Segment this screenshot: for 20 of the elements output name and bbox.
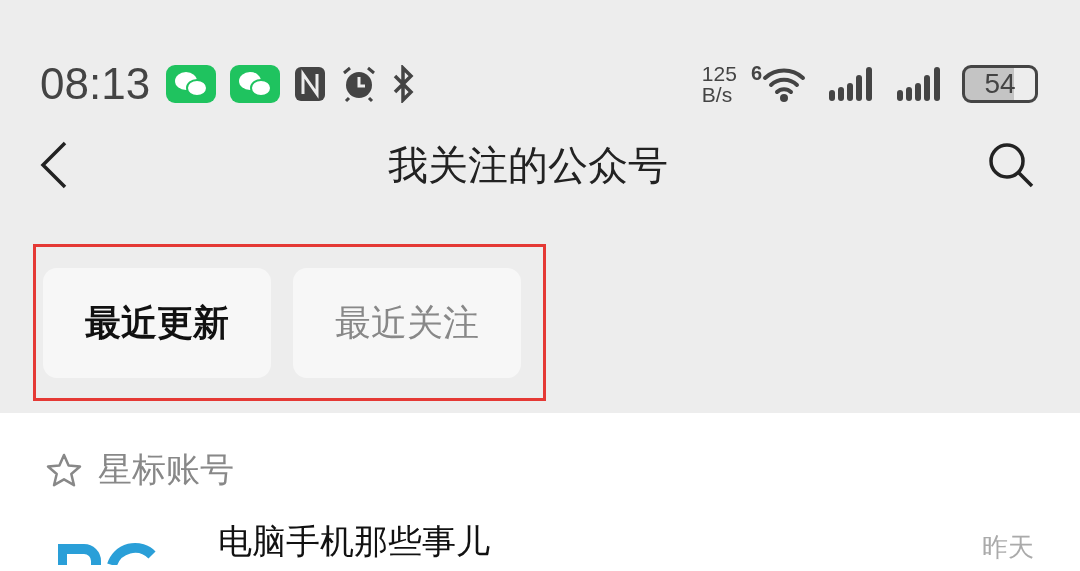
account-logo-icon [58,541,158,565]
signal-icon [896,66,942,102]
account-name[interactable]: 电脑手机那些事儿 [218,519,982,565]
page-title: 我关注的公众号 [388,140,668,190]
search-icon[interactable] [988,142,1034,188]
chat-app-icon [230,65,281,103]
section-label: 星标账号 [98,448,234,491]
network-speed-value: 125 [701,63,737,84]
signal-icon [828,66,874,102]
wifi-icon [762,66,806,102]
battery-indicator: 54 [962,65,1038,103]
update-time: 昨天 [982,531,1034,564]
status-time: 08:13 [40,59,151,109]
nfc-icon [294,66,327,102]
back-icon[interactable] [40,141,68,189]
wifi-standard-label: 6 [750,62,762,85]
filter-tab[interactable]: 最近更新 [43,268,271,378]
network-speed-unit: B/s [701,84,734,105]
chat-app-icon [166,65,217,103]
star-icon [46,453,82,487]
